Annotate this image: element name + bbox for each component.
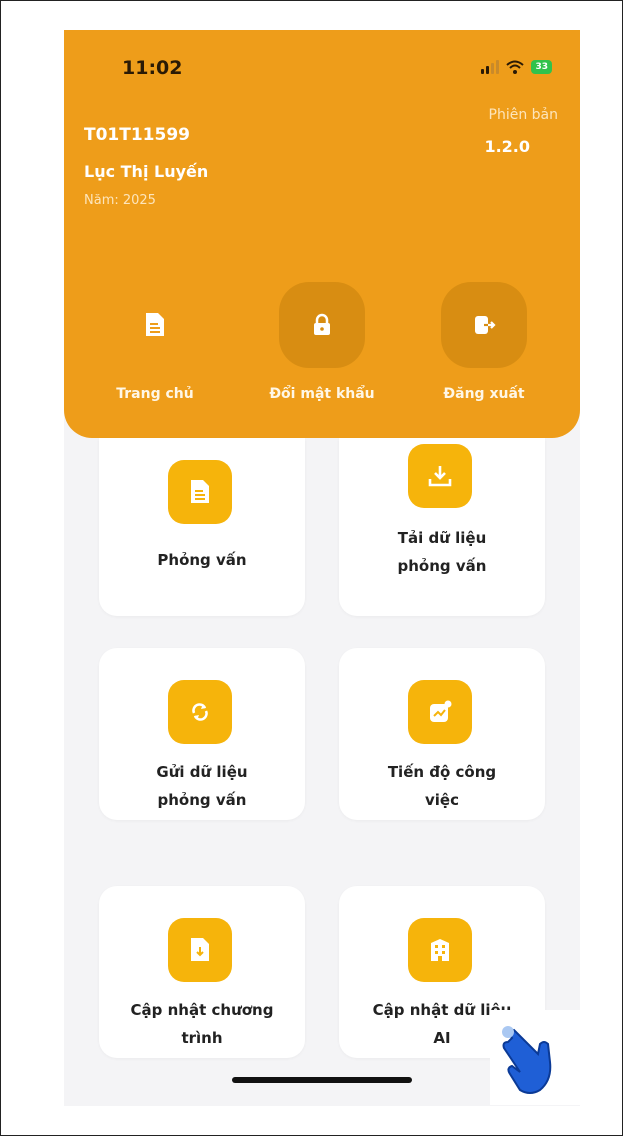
card-update-ai-icon-wrap [408,918,472,982]
card-interview-label: Phỏng vấn [157,551,247,569]
menu-logout-icon-wrap [441,282,527,368]
pointer-hand-icon [490,1010,580,1105]
menu-home[interactable]: Trang chủ [95,282,215,402]
sync-icon [192,703,208,721]
card-download-icon-wrap [408,444,472,508]
card-send-data[interactable]: Gửi dữ liệu phỏng vấn [99,648,305,820]
card-update-program-icon-wrap [168,918,232,982]
menu-password-label: Đổi mật khẩu [269,386,375,402]
menu-logout[interactable]: Đăng xuất [424,282,544,402]
card-progress-icon-wrap [408,680,472,744]
user-year: Năm: 2025 [84,193,156,208]
version-label: Phiên bản [488,107,558,123]
menu-logout-label: Đăng xuất [443,386,525,402]
card-download-data[interactable]: Tải dữ liệu phỏng vấn [339,438,545,616]
status-icons: 33 [481,60,552,74]
app-header: 11:02 33 T01T11599 Lục Thị Luyến Năm: 20… [64,30,580,438]
document-icon [191,480,209,503]
logout-icon [475,316,496,334]
signal-icon [481,60,500,74]
card-update-program-label: Cập nhật chương trình [130,1001,274,1047]
card-send-icon-wrap [168,680,232,744]
status-time: 11:02 [122,57,183,79]
menu-home-icon-wrap [112,282,198,368]
home-indicator [232,1077,412,1083]
phone-screen: 11:02 33 T01T11599 Lục Thị Luyến Năm: 20… [64,30,580,1106]
card-update-program[interactable]: Cập nhật chương trình [99,886,305,1058]
card-interview-icon-wrap [168,460,232,524]
chart-icon [430,700,452,722]
card-send-label: Gửi dữ liệu phỏng vấn [156,763,248,809]
menu-password-icon-wrap [279,282,365,368]
file-download-icon [191,938,209,961]
user-name: Lục Thị Luyến [84,162,209,181]
menu-change-password[interactable]: Đổi mật khẩu [262,282,382,402]
menu-home-label: Trang chủ [116,386,194,402]
building-icon [431,939,449,961]
battery-icon: 33 [531,60,552,74]
wifi-icon [506,60,525,74]
card-interview[interactable]: Phỏng vấn [99,438,305,616]
download-icon [428,466,452,487]
document-icon [146,313,164,336]
user-id: T01T11599 [84,125,190,145]
card-progress[interactable]: Tiến độ công việc [339,648,545,820]
card-download-label: Tải dữ liệu phỏng vấn [397,529,487,575]
card-progress-label: Tiến độ công việc [387,763,497,809]
version-value: 1.2.0 [484,137,530,156]
lock-icon [314,313,330,335]
